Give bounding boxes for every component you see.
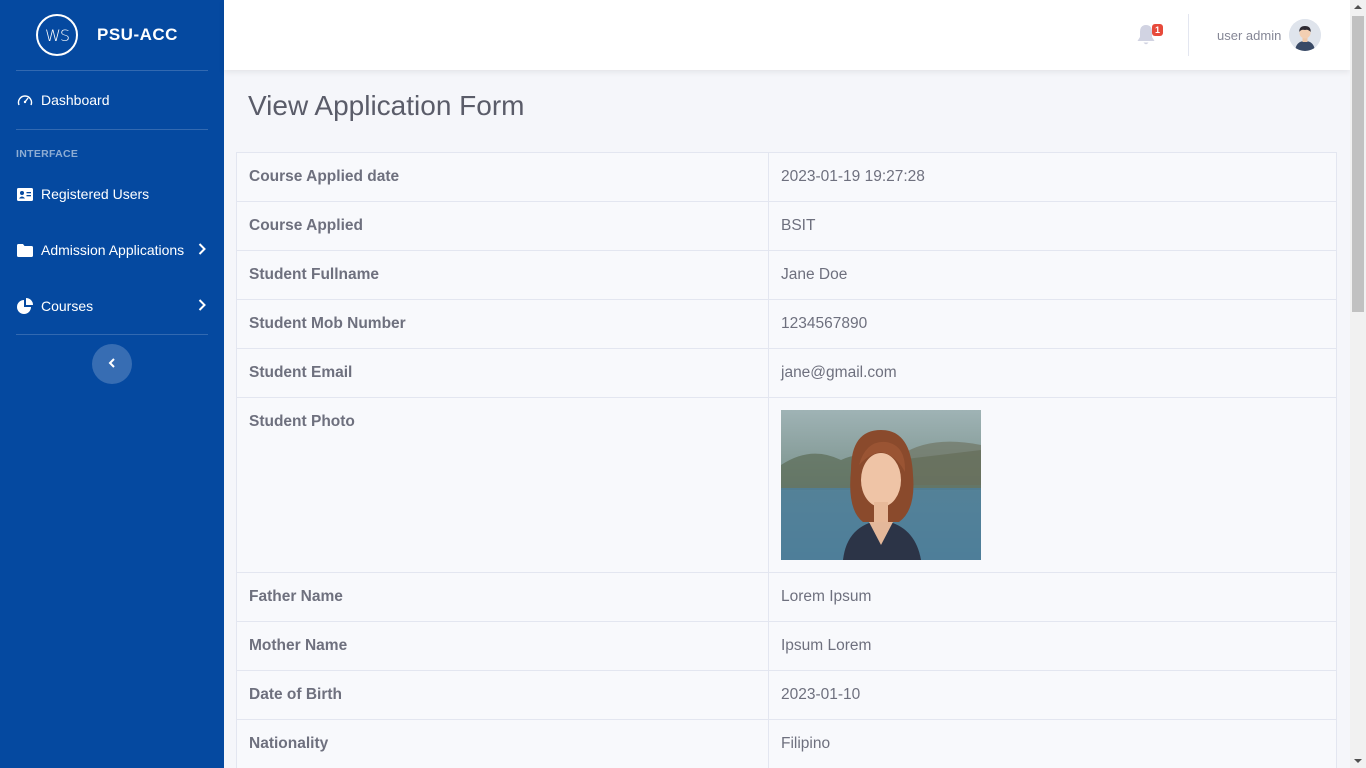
tachometer-icon [16, 92, 33, 109]
table-row: Mother Name Ipsum Lorem [236, 621, 1337, 671]
sidebar-heading-interface: INTERFACE [16, 148, 79, 160]
field-value: 2023-01-19 19:27:28 [768, 152, 1337, 202]
field-value [768, 397, 1337, 573]
sidebar-item-dashboard[interactable]: Dashboard [0, 71, 224, 129]
sidebar-item-label: Dashboard [41, 92, 110, 108]
table-row: Student Photo [236, 397, 1337, 573]
brand-logo: WS [36, 14, 78, 56]
pie-chart-icon [16, 298, 33, 315]
sidebar-toggle-button[interactable] [92, 344, 132, 384]
sidebar: WS PSU-ACC Dashboard INTERFACE Registere… [0, 0, 224, 768]
chevron-left-icon [108, 355, 116, 373]
notification-count-badge: 1 [1152, 24, 1164, 36]
field-value: Ipsum Lorem [768, 621, 1337, 671]
user-name: user admin [1217, 27, 1282, 43]
sidebar-divider [16, 334, 208, 335]
field-label: Father Name [236, 572, 769, 622]
field-value: 1234567890 [768, 299, 1337, 349]
field-value: jane@gmail.com [768, 348, 1337, 398]
table-row: Date of Birth 2023-01-10 [236, 670, 1337, 720]
brand[interactable]: WS PSU-ACC [0, 0, 224, 70]
user-menu[interactable]: user admin [1217, 19, 1322, 51]
field-value: Lorem Ipsum [768, 572, 1337, 622]
scroll-thumb[interactable] [1352, 16, 1364, 312]
scroll-down-icon[interactable] [1354, 759, 1362, 763]
field-label: Student Email [236, 348, 769, 398]
table-row: Student Email jane@gmail.com [236, 348, 1337, 398]
field-value: Jane Doe [768, 250, 1337, 300]
chevron-right-icon [198, 242, 206, 258]
topbar-divider [1188, 14, 1189, 56]
field-label: Student Fullname [236, 250, 769, 300]
sidebar-item-courses[interactable]: Courses [0, 278, 224, 334]
brand-name: PSU-ACC [97, 25, 178, 44]
chevron-right-icon [198, 298, 206, 314]
scroll-up-icon[interactable] [1354, 5, 1362, 9]
table-row: Student Fullname Jane Doe [236, 250, 1337, 300]
field-label: Course Applied [236, 201, 769, 251]
topbar: 1 user admin [224, 0, 1350, 70]
field-value: Filipino [768, 719, 1337, 768]
field-value: BSIT [768, 201, 1337, 251]
folder-icon [16, 242, 33, 259]
avatar [1289, 19, 1322, 51]
field-label: Mother Name [236, 621, 769, 671]
sidebar-item-label: Admission Applications [41, 242, 185, 258]
table-row: Student Mob Number 1234567890 [236, 299, 1337, 349]
page-title: View Application Form [248, 90, 525, 121]
page-scrollbar[interactable] [1350, 0, 1366, 768]
field-label: Student Photo [236, 397, 769, 573]
field-value: 2023-01-10 [768, 670, 1337, 720]
table-row: Nationality Filipino [236, 719, 1337, 768]
sidebar-item-registered-users[interactable]: Registered Users [0, 166, 224, 222]
field-label: Date of Birth [236, 670, 769, 720]
sidebar-item-label: Courses [41, 298, 94, 314]
application-form-table: Course Applied date 2023-01-19 19:27:28 … [236, 152, 1337, 768]
field-label: Course Applied date [236, 152, 769, 202]
sidebar-item-label: Registered Users [41, 186, 150, 202]
table-row: Father Name Lorem Ipsum [236, 572, 1337, 622]
student-photo [781, 410, 981, 560]
table-row: Course Applied BSIT [236, 201, 1337, 251]
field-label: Student Mob Number [236, 299, 769, 349]
field-label: Nationality [236, 719, 769, 768]
id-card-icon [16, 186, 33, 203]
sidebar-item-admission-applications[interactable]: Admission Applications [0, 222, 224, 278]
table-row: Course Applied date 2023-01-19 19:27:28 [236, 152, 1337, 202]
